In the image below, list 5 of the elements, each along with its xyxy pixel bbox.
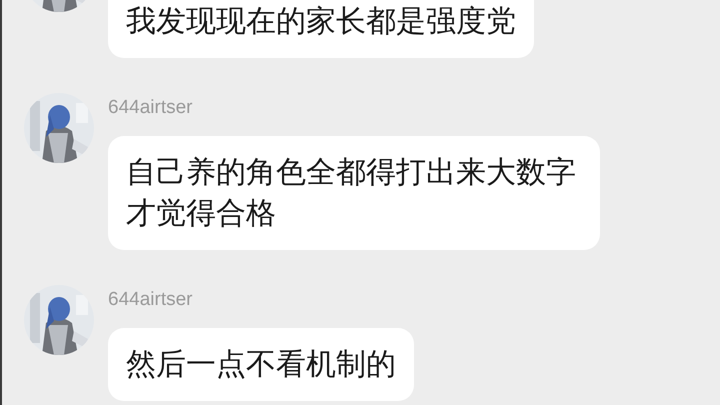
message-bubble: 我发现现在的家长都是强度党 [108,0,534,58]
sender-name: 644airtser [108,288,192,312]
message-bubble: 自己养的角色全都得打出来大数字才觉得合格 [108,136,600,250]
sender-name: 644airtser [108,96,192,120]
message-bubble: 然后一点不看机制的 [108,328,414,401]
